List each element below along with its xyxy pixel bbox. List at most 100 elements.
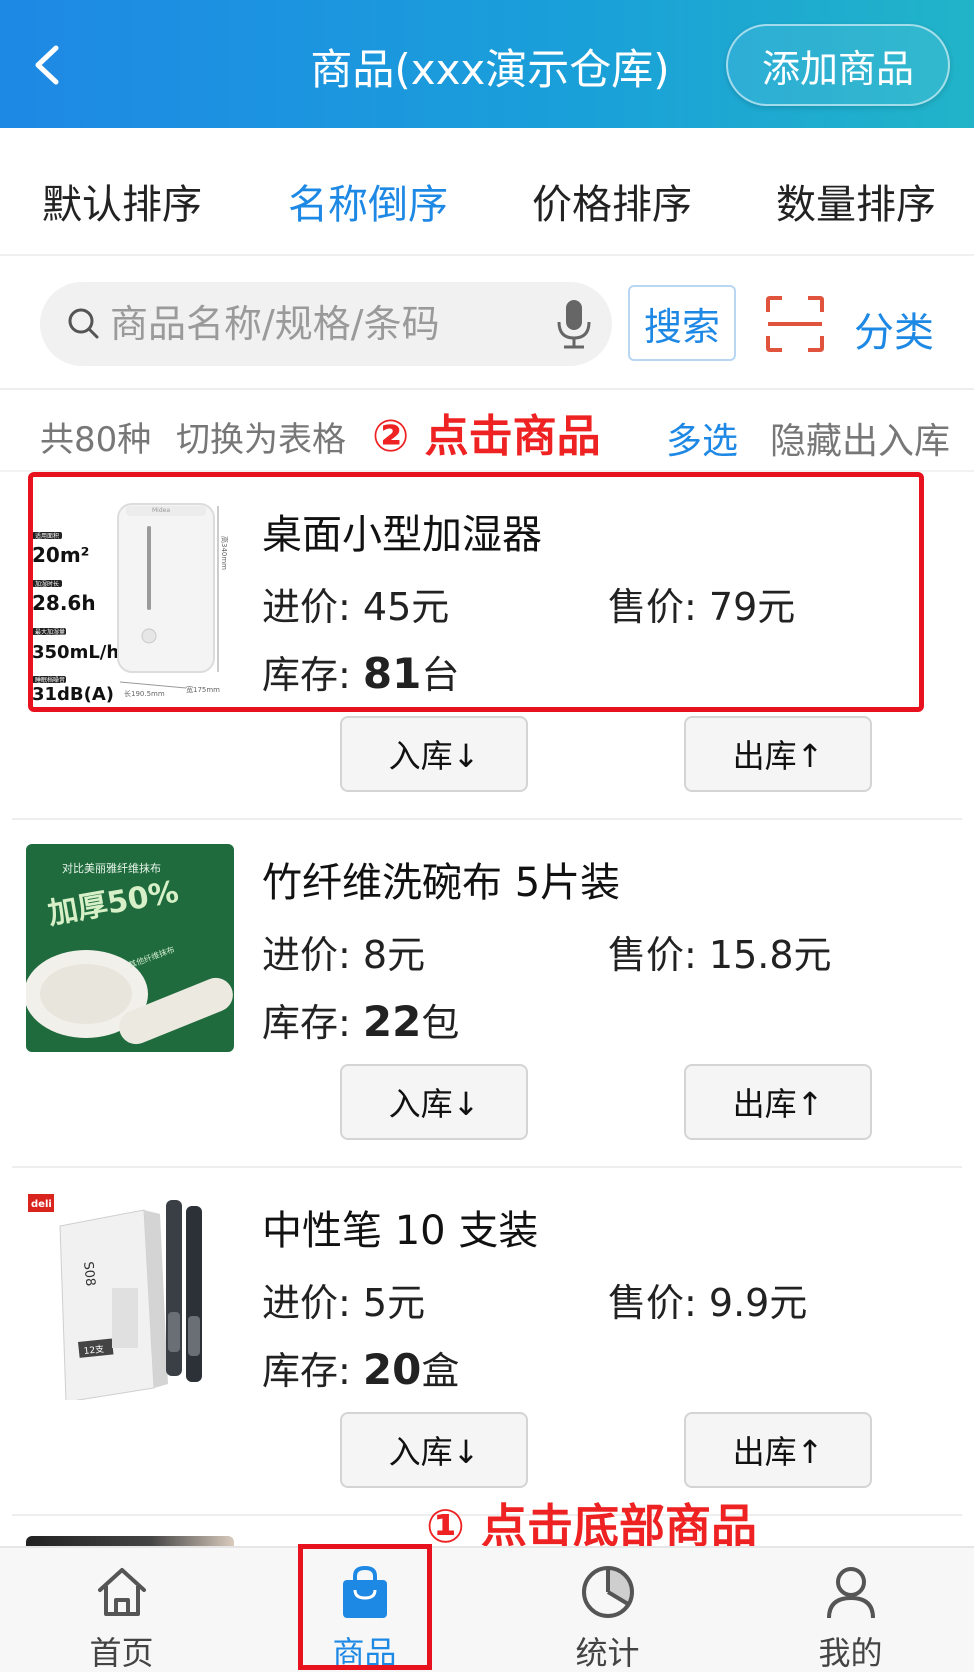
svg-text:deli: deli <box>31 1199 52 1210</box>
product-cost: 进价: 5元 <box>262 1272 425 1327</box>
user-icon <box>826 1567 875 1619</box>
product-price: 售价: 79元 <box>608 576 795 631</box>
product-name[interactable]: 桌面小型加湿器 <box>262 502 542 560</box>
switch-to-table-link[interactable]: 切换为表格 <box>176 412 346 461</box>
header-bar: 商品(xxx演示仓库) 添加商品 <box>0 0 974 128</box>
product-price: 售价: 15.8元 <box>608 924 832 979</box>
svg-text:S08: S08 <box>80 1261 98 1287</box>
svg-text:睡眠档噪音: 睡眠档噪音 <box>35 676 65 684</box>
product-item[interactable]: 对比美丽雅纤维抹布 加厚50% 其他纤维抹布 竹纤维洗碗布 5片装 进价: 8元… <box>12 820 962 1168</box>
svg-text:31dB(A): 31dB(A) <box>32 684 114 704</box>
stock-in-button[interactable]: 入库↓ <box>340 716 528 792</box>
pie-chart-icon <box>581 1566 634 1618</box>
svg-text:最大加湿量: 最大加湿量 <box>35 628 65 636</box>
cost-label: 进价: <box>262 933 363 977</box>
back-button[interactable] <box>24 30 80 100</box>
scan-icon[interactable] <box>766 296 824 352</box>
product-cost: 进价: 8元 <box>262 924 425 979</box>
price-label: 售价: <box>608 585 709 629</box>
annotation-step-2: ② 点击商品 <box>372 411 601 462</box>
nav-products[interactable]: 商品 <box>243 1548 486 1672</box>
cost-label: 进价: <box>262 585 363 629</box>
svg-text:加湿时长: 加湿时长 <box>35 580 59 588</box>
nav-profile[interactable]: 我的 <box>729 1548 972 1672</box>
microphone-icon[interactable] <box>554 298 594 350</box>
hide-inout-link[interactable]: 隐藏出入库 <box>770 412 950 464</box>
pen-box-image: deli S08 12支 <box>26 1192 234 1400</box>
svg-text:宽175mm: 宽175mm <box>186 685 220 694</box>
page-title: 商品(xxx演示仓库) <box>310 45 670 94</box>
search-button[interactable]: 搜索 <box>628 285 736 361</box>
dishcloth-image: 对比美丽雅纤维抹布 加厚50% 其他纤维抹布 <box>26 844 234 1052</box>
search-row: 搜索 分类 <box>0 256 974 390</box>
product-image-dishcloth[interactable]: 对比美丽雅纤维抹布 加厚50% 其他纤维抹布 <box>26 844 234 1052</box>
product-image-humidifier[interactable]: 适用面积 20m² 加湿时长 28.6h 最大加湿量 350mL/h 睡眠档噪音… <box>26 496 234 704</box>
product-item[interactable]: 适用面积 20m² 加湿时长 28.6h 最大加湿量 350mL/h 睡眠档噪音… <box>12 472 962 820</box>
sort-bar: 默认排序 名称倒序 价格排序 数量排序 <box>0 128 974 256</box>
add-product-button[interactable]: 添加商品 <box>726 24 950 106</box>
price-value: 9.9元 <box>708 1281 808 1325</box>
shopping-bag-icon <box>342 1565 387 1618</box>
stock-unit: 包 <box>421 1001 460 1045</box>
product-stock: 库存: 22包 <box>262 992 459 1047</box>
cost-label: 进价: <box>262 1281 363 1325</box>
product-cost: 进价: 45元 <box>262 576 449 631</box>
stock-in-button[interactable]: 入库↓ <box>340 1412 528 1488</box>
cost-value: 5元 <box>362 1281 426 1325</box>
bottom-nav: 首页 商品 统计 我的 <box>0 1546 974 1672</box>
price-label: 售价: <box>608 933 709 977</box>
cost-value: 8元 <box>362 933 426 977</box>
stock-value: 20 <box>362 1345 422 1394</box>
chevron-left-icon <box>35 45 59 85</box>
stock-label: 库存: <box>262 653 363 697</box>
product-item[interactable]: deli S08 12支 中性笔 10 支装 进价: 5元 售价: 9.9元 库… <box>12 1168 962 1516</box>
stock-value: 81 <box>362 649 422 698</box>
stock-out-button[interactable]: 出库↑ <box>684 1064 872 1140</box>
nav-statistics[interactable]: 统计 <box>486 1548 729 1672</box>
stock-in-button[interactable]: 入库↓ <box>340 1064 528 1140</box>
price-value: 15.8元 <box>708 933 832 977</box>
svg-text:高340mm: 高340mm <box>220 536 229 570</box>
price-label: 售价: <box>608 1281 709 1325</box>
svg-text:长190.5mm: 长190.5mm <box>124 689 165 698</box>
svg-text:20m²: 20m² <box>32 543 89 567</box>
stock-out-button[interactable]: 出库↑ <box>684 716 872 792</box>
price-value: 79元 <box>708 585 796 629</box>
info-row: 共80种 切换为表格 ② 点击商品 多选 隐藏出入库 <box>0 390 974 472</box>
svg-text:Midea: Midea <box>152 507 170 514</box>
nav-label: 首页 <box>89 1634 154 1672</box>
product-price: 售价: 9.9元 <box>608 1272 807 1327</box>
search-icon <box>68 308 99 339</box>
stock-unit: 盒 <box>421 1349 460 1393</box>
product-image-pen[interactable]: deli S08 12支 <box>26 1192 234 1400</box>
product-name[interactable]: 竹纤维洗碗布 5片装 <box>262 850 620 908</box>
svg-text:350mL/h: 350mL/h <box>32 642 119 663</box>
svg-text:对比美丽雅纤维抹布: 对比美丽雅纤维抹布 <box>62 861 161 875</box>
stock-unit: 台 <box>421 653 460 697</box>
cost-value: 45元 <box>362 585 450 629</box>
product-stock: 库存: 20盒 <box>262 1340 459 1395</box>
tab-default-sort[interactable]: 默认排序 <box>42 172 202 230</box>
svg-text:28.6h: 28.6h <box>32 591 96 615</box>
product-stock: 库存: 81台 <box>262 644 459 699</box>
home-icon <box>97 1568 146 1616</box>
category-button[interactable]: 分类 <box>854 300 934 358</box>
product-name[interactable]: 中性笔 10 支装 <box>262 1198 538 1256</box>
humidifier-image: 适用面积 20m² 加湿时长 28.6h 最大加湿量 350mL/h 睡眠档噪音… <box>26 496 234 704</box>
stock-label: 库存: <box>262 1001 363 1045</box>
search-input[interactable] <box>110 290 530 358</box>
nav-label: 商品 <box>332 1634 397 1672</box>
tab-price-sort[interactable]: 价格排序 <box>532 172 692 230</box>
nav-label: 我的 <box>818 1634 883 1672</box>
tab-name-desc[interactable]: 名称倒序 <box>288 172 448 230</box>
stock-label: 库存: <box>262 1349 363 1393</box>
tab-quantity-sort[interactable]: 数量排序 <box>776 172 936 230</box>
svg-text:适用面积: 适用面积 <box>35 532 59 540</box>
stock-out-button[interactable]: 出库↑ <box>684 1412 872 1488</box>
product-count: 共80种 <box>40 420 152 460</box>
nav-label: 统计 <box>575 1634 640 1672</box>
stock-value: 22 <box>362 997 422 1046</box>
nav-home[interactable]: 首页 <box>0 1548 243 1672</box>
multi-select-link[interactable]: 多选 <box>666 412 738 464</box>
search-box <box>40 282 612 366</box>
